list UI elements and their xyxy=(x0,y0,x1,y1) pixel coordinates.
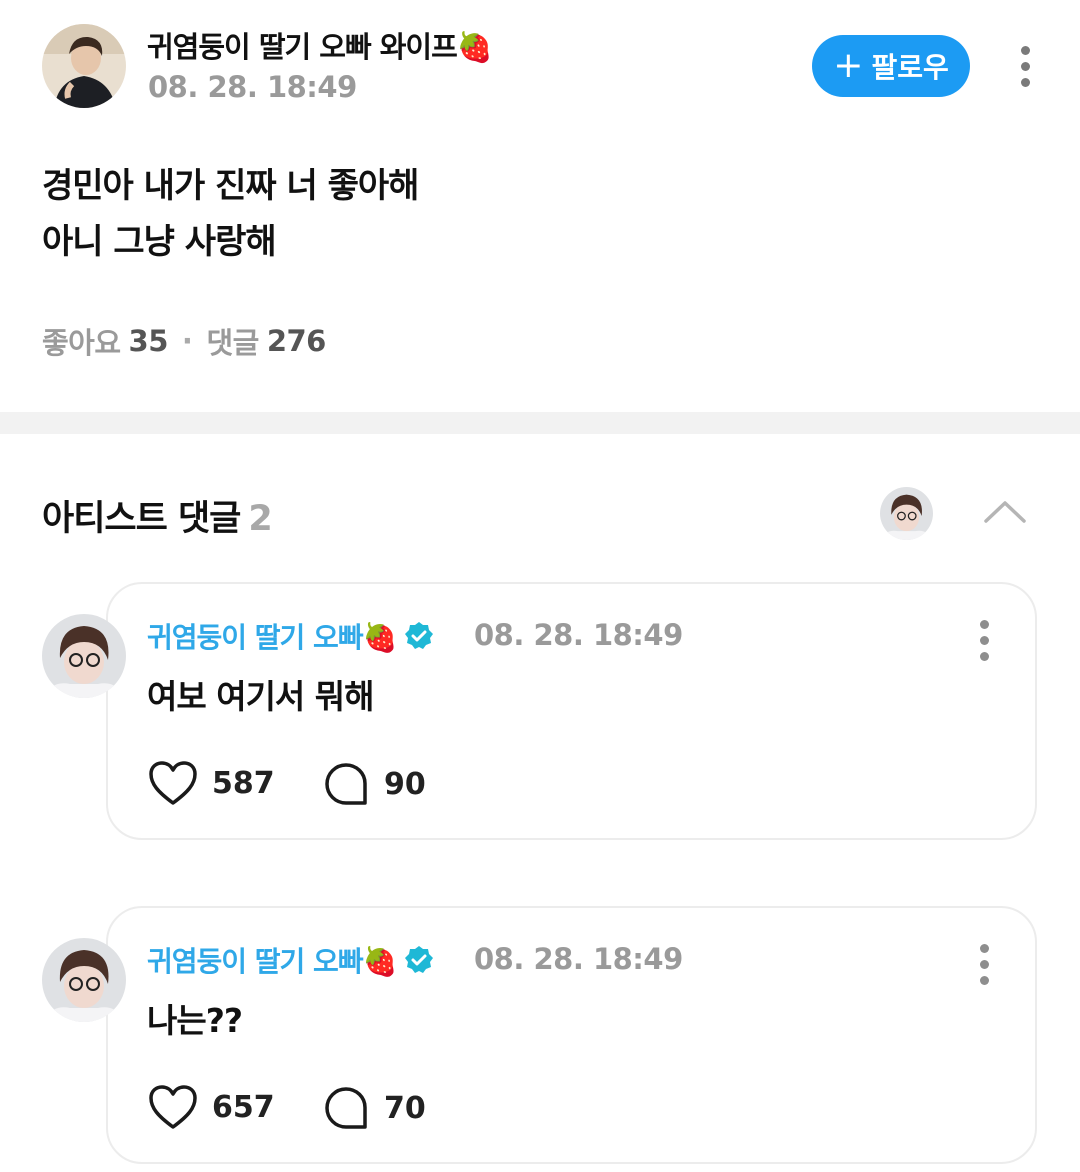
post: 귀염둥이 딸기 오빠 와이프🍓 08. 28. 18:49 + 팔로우 경민아 … xyxy=(0,0,1080,412)
like-count: 657 xyxy=(212,1089,275,1125)
like-count: 587 xyxy=(212,765,275,801)
heart-icon xyxy=(149,761,197,805)
comments-count[interactable]: 276 xyxy=(267,324,327,358)
author-avatar[interactable] xyxy=(42,24,126,108)
speech-bubble-icon xyxy=(325,1087,367,1129)
reply-button[interactable]: 70 xyxy=(324,1086,426,1130)
reply-button[interactable]: 90 xyxy=(324,762,426,806)
artist-avatar[interactable] xyxy=(880,487,933,540)
comment-author-label: 귀염둥이 딸기 오빠🍓 xyxy=(147,621,397,654)
follow-label: 팔로우 xyxy=(871,51,949,84)
speech-bubble-icon xyxy=(325,763,367,805)
likes-label: 좋아요 xyxy=(42,326,121,360)
plus-icon: + xyxy=(833,45,864,86)
likes-count: 35 xyxy=(128,324,169,358)
comment-author-label: 귀염둥이 딸기 오빠🍓 xyxy=(147,945,397,978)
artist-comments-count: 2 xyxy=(248,499,272,539)
stats-separator: · xyxy=(181,324,193,358)
artist-comments-label: 아티스트 댓글 xyxy=(42,499,241,539)
comments-label[interactable]: 댓글 xyxy=(206,320,259,362)
verified-badge-icon xyxy=(405,622,434,649)
comment-author-avatar[interactable] xyxy=(42,938,126,1022)
like-button[interactable]: 657 xyxy=(148,1084,275,1130)
comment-author-name[interactable]: 귀염둥이 딸기 오빠🍓 xyxy=(147,940,434,980)
comment-timestamp: 08. 28. 18:49 xyxy=(474,618,683,652)
reply-count: 70 xyxy=(384,1090,426,1126)
follow-button[interactable]: + 팔로우 xyxy=(812,35,970,97)
post-body: 경민아 내가 진짜 너 좋아해 아니 그냥 사랑해 xyxy=(42,166,419,262)
reply-count: 90 xyxy=(384,766,426,802)
comment-author-avatar[interactable] xyxy=(42,614,126,698)
comment-text: 나는?? xyxy=(147,1001,243,1040)
heart-icon xyxy=(149,1085,197,1129)
more-vertical-icon[interactable] xyxy=(979,620,989,661)
section-divider xyxy=(0,412,1080,434)
more-vertical-icon[interactable] xyxy=(979,944,989,985)
artist-comments-title: 아티스트 댓글 2 xyxy=(42,490,273,541)
post-timestamp: 08. 28. 18:49 xyxy=(148,70,357,104)
more-vertical-icon[interactable] xyxy=(1020,46,1030,87)
post-stats: 좋아요 35 · 댓글 276 xyxy=(42,320,326,362)
verified-badge-icon xyxy=(405,946,434,973)
like-button[interactable]: 587 xyxy=(148,760,275,806)
comment-text: 여보 여기서 뭐해 xyxy=(147,677,374,716)
comment-timestamp: 08. 28. 18:49 xyxy=(474,942,683,976)
chevron-up-icon[interactable] xyxy=(983,497,1027,525)
post-author-name[interactable]: 귀염둥이 딸기 오빠 와이프🍓 xyxy=(147,24,493,66)
comment-author-name[interactable]: 귀염둥이 딸기 오빠🍓 xyxy=(147,616,434,656)
